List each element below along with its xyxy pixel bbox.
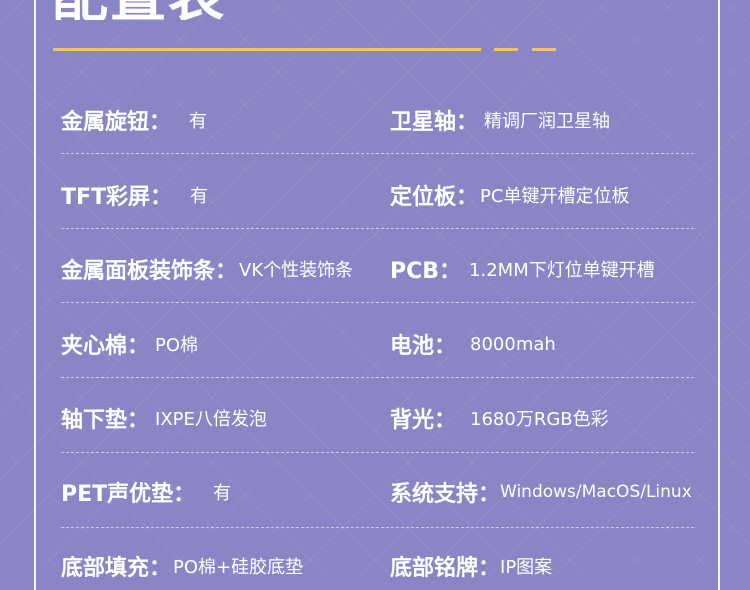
spec-battery: 电池： 8000mah [390,328,556,360]
spec-label: 系统支持： [390,482,501,507]
spec-bottom-fill: 底部填充： PO棉+硅胶底垫 [61,550,303,582]
spec-label: PCB： [390,259,462,284]
spec-value: IP图案 [500,557,553,578]
spec-value: 1680万RGB色彩 [470,409,609,430]
spec-label: TFT彩屏： [61,185,173,210]
row-divider [61,302,694,303]
spec-value: IXPE八倍发泡 [155,409,267,430]
spec-nameplate: 底部铭牌：IP图案 [390,550,552,582]
spec-value: 1.2MM下灯位单键开槽 [469,260,655,281]
spec-value: 有 [213,483,232,504]
spec-pet-pad: PET声优垫： 有 [61,476,231,508]
spec-value: 有 [189,111,208,132]
spec-value: VK个性装饰条 [239,260,354,281]
title-underline [53,48,481,51]
row-divider [61,228,694,229]
spec-label: 背光： [390,408,457,433]
spec-stabilizer: 卫星轴： 精调厂润卫星轴 [390,104,610,136]
spec-label: 金属旋钮： [61,110,172,135]
spec-label: 卫星轴： [390,110,479,135]
spec-backlight: 背光： 1680万RGB色彩 [390,402,609,434]
spec-foam: 夹心棉： PO棉 [61,328,198,360]
spec-label: 底部铭牌： [390,556,501,581]
spec-value: 有 [190,186,209,207]
title-underline-dash [532,48,556,51]
spec-value: Windows/MacOS/Linux [500,482,692,502]
row-divider [61,527,694,528]
row-divider [61,153,694,154]
spec-label: 底部填充： [61,556,172,581]
row-divider [61,452,694,453]
spec-screen: TFT彩屏： 有 [61,179,208,211]
spec-label: 电池： [390,334,457,359]
title-underline-dash [494,48,518,51]
spec-os-support: 系统支持：Windows/MacOS/Linux [390,476,692,508]
page-title: 配置表 [52,0,352,20]
spec-knob: 金属旋钮： 有 [61,104,207,136]
spec-label: 定位板： [390,185,479,210]
spec-label: PET声优垫： [61,482,196,507]
row-divider [61,377,694,378]
spec-value: PC单键开槽定位板 [480,186,630,207]
spec-label: 金属面板装饰条： [61,259,238,284]
spec-label: 夹心棉： [61,334,150,359]
spec-pcb: PCB： 1.2MM下灯位单键开槽 [390,253,655,285]
spec-switch-pad: 轴下垫： IXPE八倍发泡 [61,402,267,434]
spec-trim: 金属面板装饰条： VK个性装饰条 [61,253,353,285]
spec-label: 轴下垫： [61,408,150,433]
spec-value: 精调厂润卫星轴 [484,111,611,132]
spec-value: 8000mah [470,333,556,355]
spec-value: PO棉 [155,335,199,356]
spec-value: PO棉+硅胶底垫 [173,557,304,578]
spec-plate: 定位板： PC单键开槽定位板 [390,179,629,211]
